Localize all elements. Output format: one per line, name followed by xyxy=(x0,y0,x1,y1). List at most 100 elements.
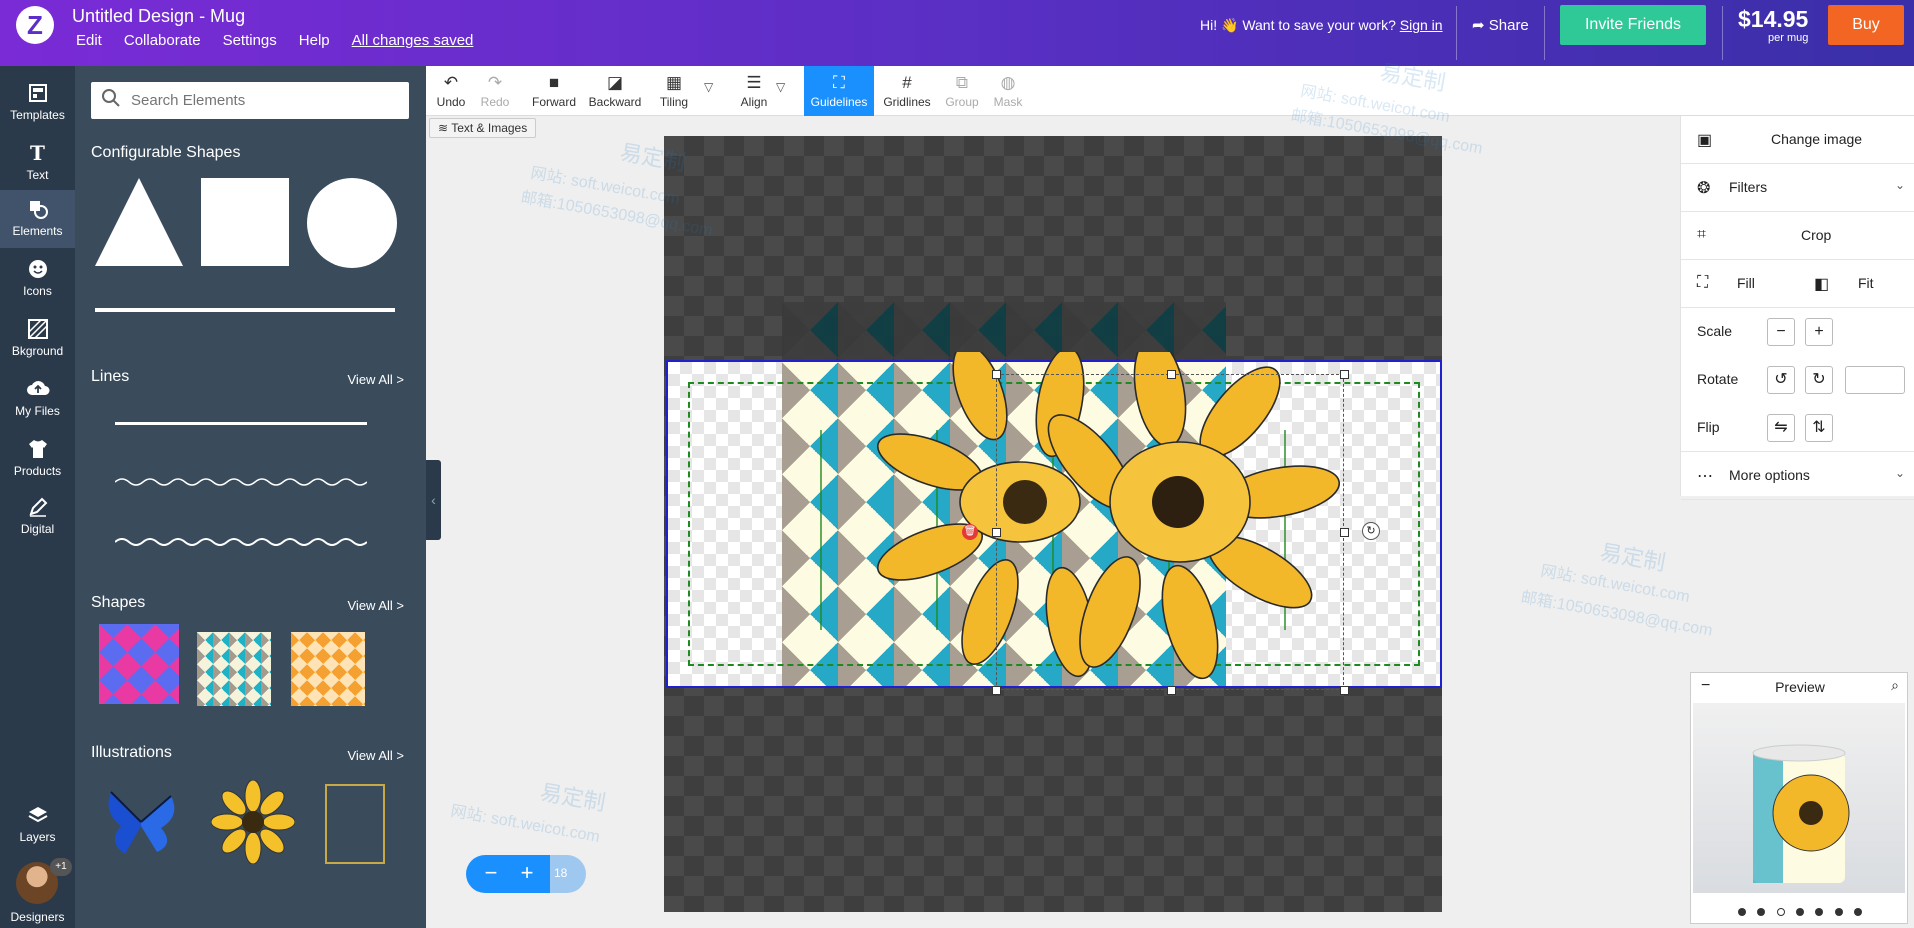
resize-handle-ne[interactable] xyxy=(1340,370,1349,379)
rotate-angle-input[interactable] xyxy=(1845,366,1905,394)
carousel-dot[interactable] xyxy=(1796,908,1804,916)
fill-label: Fill xyxy=(1737,275,1755,291)
resize-handle-nw[interactable] xyxy=(992,370,1001,379)
nav-products[interactable]: Products xyxy=(0,430,75,488)
teal-diamond-pattern[interactable] xyxy=(197,632,271,706)
buy-button[interactable]: Buy xyxy=(1828,5,1904,45)
nav-label: Digital xyxy=(20,522,55,536)
illustrations-view-all-link[interactable]: View All > xyxy=(348,748,405,763)
tiling-button[interactable]: ▦ Tiling xyxy=(654,66,694,116)
flip-vertical-icon[interactable]: ⇅ xyxy=(1805,414,1833,442)
carousel-dot[interactable] xyxy=(1815,908,1824,916)
flip-label: Flip xyxy=(1697,419,1720,435)
saved-status-link[interactable]: All changes saved xyxy=(352,32,474,49)
nav-layers[interactable]: Layers xyxy=(0,796,75,854)
icons-icon xyxy=(28,260,47,278)
fill-button[interactable]: ⛶ Fill xyxy=(1681,260,1798,308)
scale-up-button[interactable]: + xyxy=(1805,318,1833,346)
delete-element-icon[interactable]: 🗑 xyxy=(962,524,978,540)
carousel-dot[interactable] xyxy=(1854,908,1863,916)
designers-label[interactable]: Designers xyxy=(0,910,75,924)
resize-handle-n[interactable] xyxy=(1167,370,1176,379)
flip-row: Flip ⇋ ⇅ xyxy=(1681,404,1914,452)
filters-row[interactable]: ❂ Filters ⌄ xyxy=(1681,164,1914,212)
undo-button[interactable]: ↶ Undo xyxy=(430,66,472,116)
nav-templates[interactable]: Templates xyxy=(0,74,75,132)
menu-collaborate[interactable]: Collaborate xyxy=(124,32,201,49)
backward-button[interactable]: ◪ Backward xyxy=(586,66,644,116)
collapse-panel-handle[interactable]: ‹ xyxy=(426,460,441,540)
resize-handle-s[interactable] xyxy=(1167,686,1176,695)
fit-button[interactable]: ◧ Fit xyxy=(1798,260,1914,308)
crop-row[interactable]: ⌗ Crop xyxy=(1681,212,1914,260)
scale-down-button[interactable]: − xyxy=(1767,318,1795,346)
nav-digital[interactable]: Digital xyxy=(0,488,75,546)
tool-label: Align xyxy=(740,95,768,109)
change-image-row[interactable]: ▣ Change image xyxy=(1681,116,1914,164)
lines-view-all-link[interactable]: View All > xyxy=(348,372,405,387)
carousel-dot-active[interactable] xyxy=(1776,908,1785,916)
ellipsis-icon: ⋯ xyxy=(1697,468,1713,485)
triangle-shape[interactable] xyxy=(93,176,185,268)
nav-elements[interactable]: Elements xyxy=(0,190,75,248)
zazzle-logo[interactable]: Z xyxy=(16,6,54,44)
wavy-line-option[interactable] xyxy=(115,476,367,488)
resize-handle-w[interactable] xyxy=(992,528,1001,537)
section-illustrations: Illustrations xyxy=(91,744,172,761)
line-shape[interactable] xyxy=(95,308,395,312)
carousel-dot[interactable] xyxy=(1737,908,1746,916)
nav-label: Text xyxy=(26,168,49,182)
gridlines-button[interactable]: # Gridlines xyxy=(880,66,934,116)
background-icon xyxy=(27,319,48,339)
rotate-left-icon[interactable]: ↺ xyxy=(1767,366,1795,394)
design-title[interactable]: Untitled Design - Mug xyxy=(72,6,245,27)
menu-settings[interactable]: Settings xyxy=(223,32,277,49)
mask-button[interactable]: ◍ Mask xyxy=(988,66,1028,116)
zoom-out-button[interactable]: − xyxy=(476,859,506,889)
square-shape[interactable] xyxy=(201,178,289,266)
invite-friends-button[interactable]: Invite Friends xyxy=(1560,5,1706,45)
shapes-view-all-link[interactable]: View All > xyxy=(348,598,405,613)
rotate-right-icon[interactable]: ↻ xyxy=(1805,366,1833,394)
sign-in-link[interactable]: Sign in xyxy=(1400,17,1443,33)
group-button[interactable]: ⧉ Group xyxy=(942,66,982,116)
share-button[interactable]: ➦ Share xyxy=(1472,16,1529,34)
menu-edit[interactable]: Edit xyxy=(76,32,102,49)
orange-diamond-pattern[interactable] xyxy=(291,632,365,706)
zoom-value: 18 xyxy=(554,866,568,880)
save-prompt: Hi! 👋 Want to save your work? Sign in xyxy=(1200,17,1443,34)
align-button[interactable]: ☰ Align xyxy=(734,66,774,116)
nav-icons[interactable]: Icons xyxy=(0,250,75,308)
double-wavy-line-option[interactable] xyxy=(115,536,367,548)
resize-handle-sw[interactable] xyxy=(992,686,1001,695)
minimize-icon[interactable]: − xyxy=(1701,677,1710,695)
carousel-dot[interactable] xyxy=(1834,908,1843,916)
circle-shape[interactable] xyxy=(307,178,397,268)
zoom-icon[interactable]: ⌕ xyxy=(1891,677,1899,694)
sunflower-illustration[interactable] xyxy=(211,780,295,864)
butterfly-illustration[interactable] xyxy=(101,782,181,862)
text-and-images-button[interactable]: ≋ Text & Images xyxy=(429,118,537,138)
search-input[interactable] xyxy=(131,82,401,119)
nav-my-files[interactable]: My Files xyxy=(0,370,75,428)
scale-label: Scale xyxy=(1697,323,1733,339)
menu-help[interactable]: Help xyxy=(299,32,330,49)
guidelines-button[interactable]: ⛶ Guidelines xyxy=(804,66,874,116)
nav-background[interactable]: Bkground xyxy=(0,310,75,368)
resize-handle-e[interactable] xyxy=(1340,528,1349,537)
tiling-chevron-down-icon[interactable]: ▽ xyxy=(704,80,713,94)
more-options-row[interactable]: ⋯ More options ⌄ xyxy=(1681,452,1914,500)
zoom-in-button[interactable]: + xyxy=(512,859,542,889)
mug-preview-image[interactable] xyxy=(1693,703,1905,893)
resize-handle-se[interactable] xyxy=(1340,686,1349,695)
forward-button[interactable]: ■ Forward xyxy=(530,66,578,116)
nav-text[interactable]: T Text xyxy=(0,134,75,192)
rotate-handle-icon[interactable]: ↻ xyxy=(1362,522,1380,540)
carousel-dot[interactable] xyxy=(1757,908,1766,916)
redo-button[interactable]: ↷ Redo xyxy=(474,66,516,116)
solid-line-option[interactable] xyxy=(115,422,367,425)
gold-frame-illustration[interactable] xyxy=(325,784,385,864)
argyle-pink-pattern[interactable] xyxy=(99,624,179,704)
flip-horizontal-icon[interactable]: ⇋ xyxy=(1767,414,1795,442)
align-chevron-down-icon[interactable]: ▽ xyxy=(776,80,785,94)
